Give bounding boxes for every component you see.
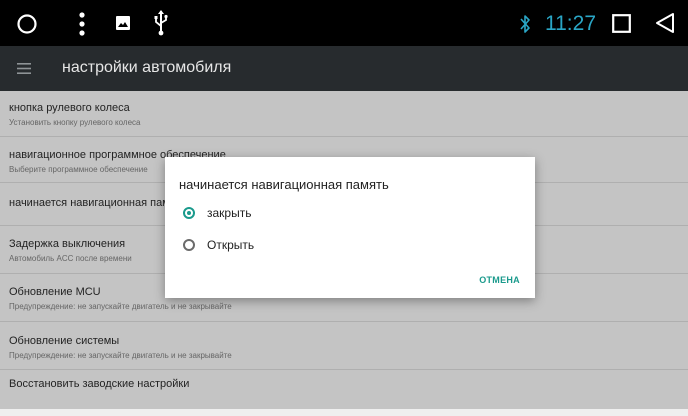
more-vert-icon[interactable] — [78, 11, 86, 37]
app-toolbar: настройки автомобиля — [0, 46, 688, 91]
navigation-memory-dialog: начинается навигационная память закрыть … — [165, 157, 535, 298]
status-bar: 11:27 — [0, 0, 688, 46]
bluetooth-icon — [520, 15, 530, 33]
option-label: Открыть — [207, 238, 255, 252]
clock: 11:27 — [545, 12, 596, 35]
page-title: настройки автомобиля — [62, 59, 232, 76]
recents-icon[interactable] — [612, 14, 631, 33]
option-close[interactable]: закрыть — [179, 202, 519, 226]
radio-selected-icon[interactable] — [183, 207, 195, 219]
radio-unselected-icon[interactable] — [183, 239, 195, 251]
image-icon — [116, 16, 130, 30]
circle-icon[interactable] — [16, 13, 38, 35]
option-label: закрыть — [207, 206, 252, 220]
usb-icon — [154, 10, 168, 36]
back-icon[interactable] — [655, 12, 675, 34]
menu-icon[interactable] — [17, 63, 31, 74]
option-open[interactable]: Открыть — [179, 234, 519, 258]
dialog-title: начинается навигационная память — [179, 177, 389, 192]
cancel-button[interactable]: ОТМЕНА — [479, 275, 520, 285]
